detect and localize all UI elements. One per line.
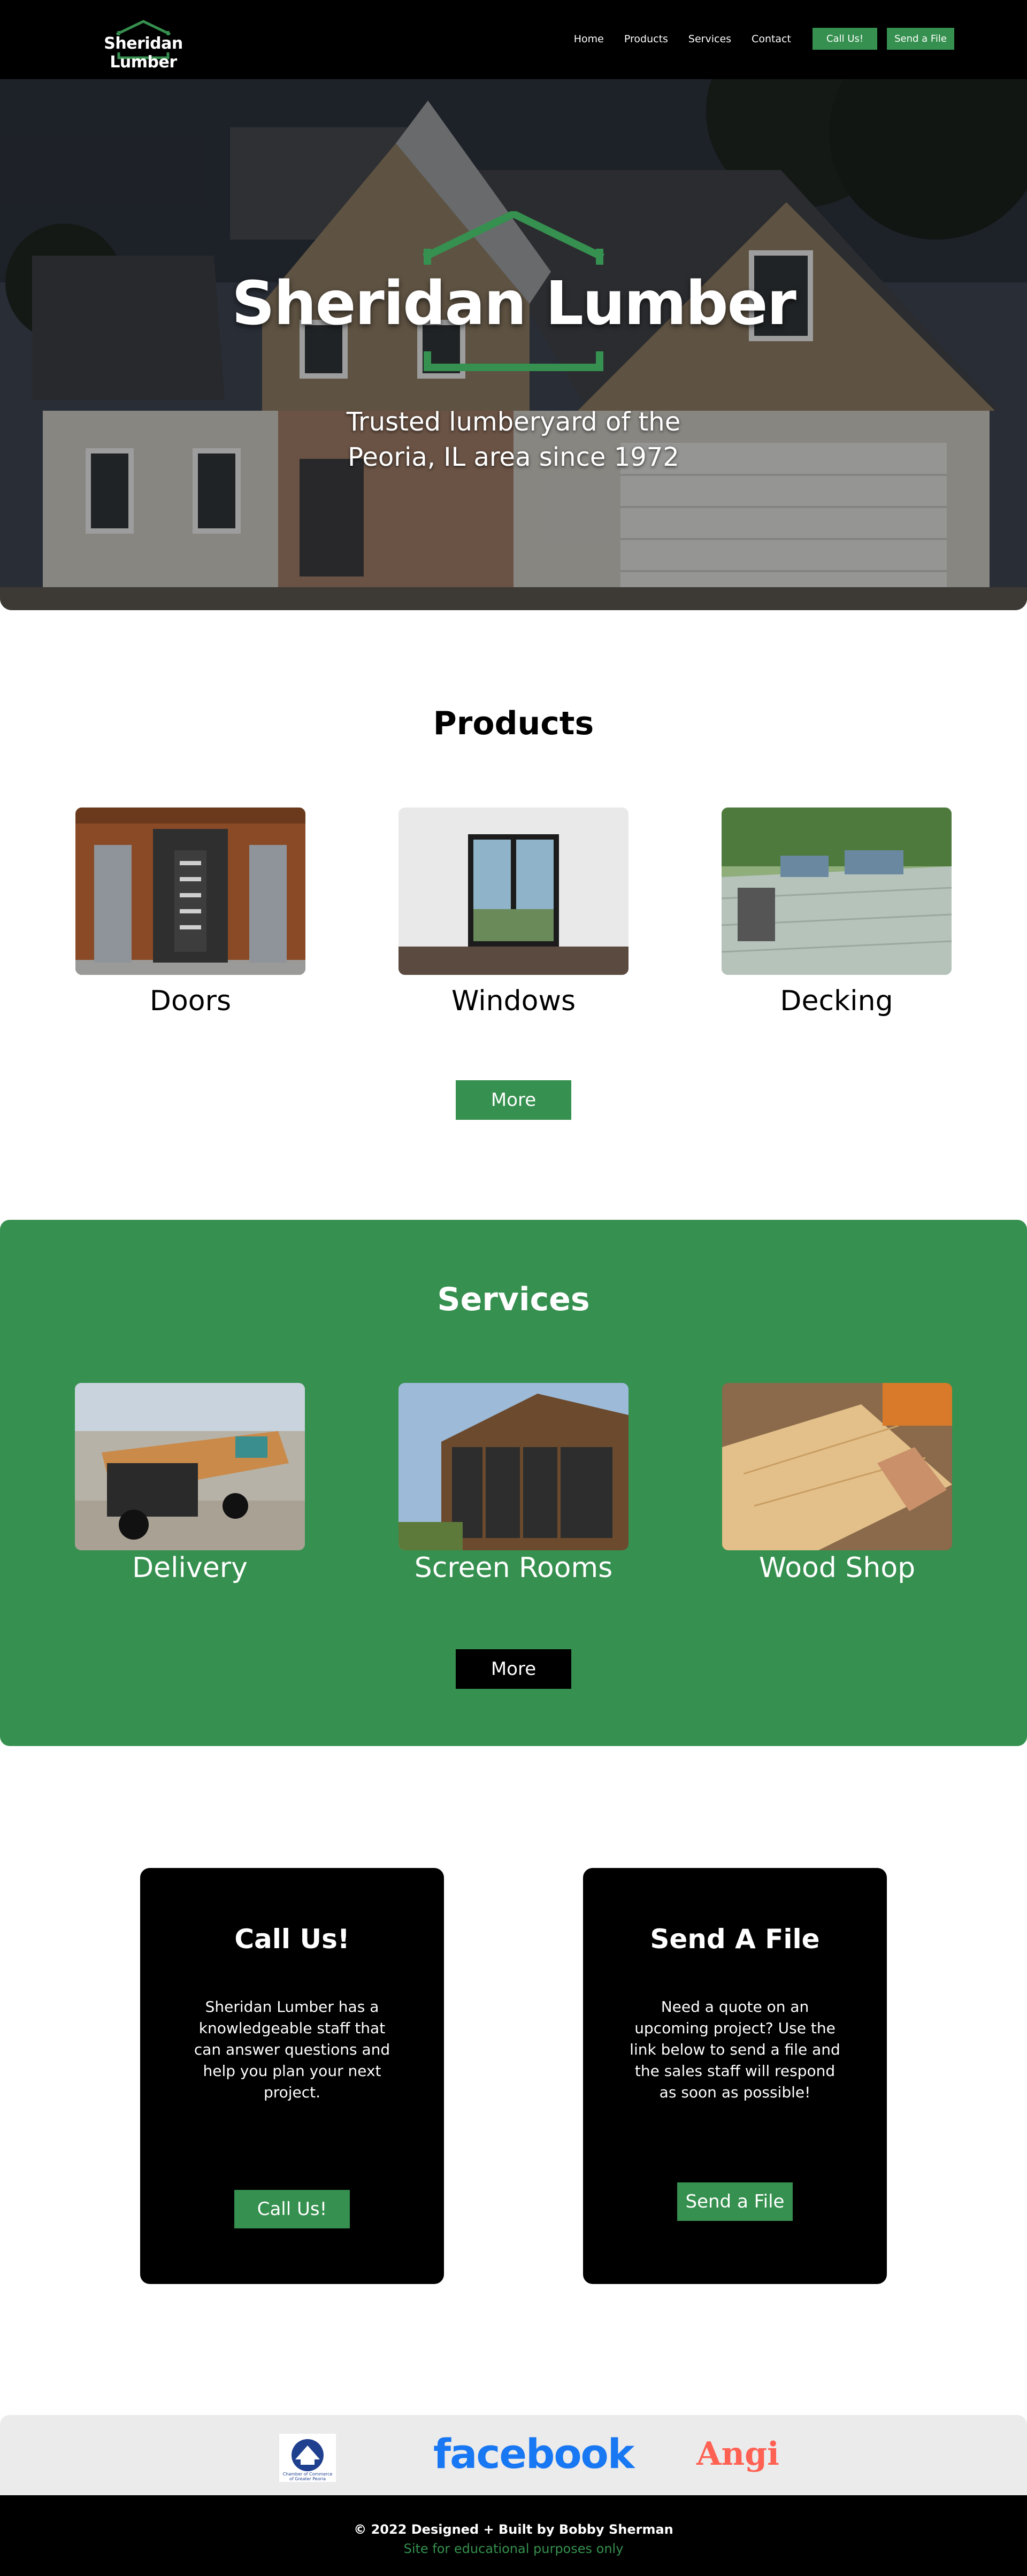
partner-logos: Chamber of Commerce of Greater Peoria fa…: [0, 2415, 1027, 2495]
nav-link-home[interactable]: Home: [574, 33, 604, 45]
nav-call-button[interactable]: Call Us!: [812, 28, 878, 50]
call-us-text: Sheridan Lumber has a knowledgeable staf…: [194, 1998, 390, 2101]
site-logo[interactable]: Sheridan Lumber: [74, 16, 213, 72]
service-label-screen-rooms[interactable]: Screen Rooms: [398, 1552, 629, 1584]
nav-link-services[interactable]: Services: [688, 33, 731, 45]
educational-note: Site for educational purposes only: [403, 2541, 624, 2556]
call-us-card: Call Us! Sheridan Lumber has a knowledge…: [140, 1868, 444, 2284]
nav-link-products[interactable]: Products: [624, 33, 668, 45]
chamber-text-1: Chamber of Commerce: [283, 2472, 333, 2477]
hero-banner: Sheridan Lumber Trusted lumberyard of th…: [0, 79, 1027, 610]
nav-send-file-button[interactable]: Send a File: [887, 28, 954, 50]
services-more-button[interactable]: More: [456, 1649, 571, 1689]
service-image-wood-shop[interactable]: [722, 1383, 952, 1550]
copyright-text: © 2022 Designed + Built by Bobby Sherman: [354, 2522, 673, 2537]
logo-text: Sheridan Lumber: [104, 34, 183, 72]
angi-logo[interactable]: Angi: [696, 2435, 779, 2473]
top-navigation: Sheridan Lumber Home Products Services C…: [0, 0, 1027, 79]
nav-link-contact[interactable]: Contact: [752, 33, 791, 45]
chamber-of-commerce-logo[interactable]: Chamber of Commerce of Greater Peoria: [279, 2434, 336, 2482]
call-us-title: Call Us!: [234, 1924, 350, 1955]
services-title: Services: [437, 1281, 590, 1318]
service-label-wood-shop[interactable]: Wood Shop: [722, 1552, 952, 1584]
facebook-logo[interactable]: facebook: [433, 2430, 634, 2478]
call-us-button[interactable]: Call Us!: [234, 2190, 350, 2228]
nav-links: Home Products Services Contact Call Us! …: [554, 28, 954, 50]
service-label-delivery[interactable]: Delivery: [75, 1552, 305, 1584]
product-image-doors[interactable]: [75, 808, 305, 975]
products-title: Products: [433, 705, 594, 742]
chamber-text-2: of Greater Peoria: [289, 2477, 326, 2481]
service-image-screen-rooms[interactable]: [398, 1383, 629, 1550]
hero-title: Sheridan Lumber: [232, 269, 796, 339]
hero-subtitle: Trusted lumberyard of the Peoria, IL are…: [346, 407, 681, 472]
product-label-doors[interactable]: Doors: [75, 985, 305, 1017]
footer: © 2022 Designed + Built by Bobby Sherman…: [0, 2495, 1027, 2576]
product-label-windows[interactable]: Windows: [398, 985, 629, 1017]
service-image-delivery[interactable]: [75, 1383, 305, 1550]
send-file-title: Send A File: [650, 1924, 820, 1955]
product-label-decking[interactable]: Decking: [722, 985, 952, 1017]
services-section: Services Delivery Screen Rooms Wood Shop…: [0, 1220, 1027, 1746]
product-image-windows[interactable]: [398, 808, 629, 975]
send-file-text: Need a quote on an upcoming project? Use…: [630, 1998, 840, 2101]
send-file-card: Send A File Need a quote on an upcoming …: [583, 1868, 887, 2284]
products-more-button[interactable]: More: [456, 1080, 571, 1120]
send-file-button[interactable]: Send a File: [677, 2182, 793, 2221]
product-image-decking[interactable]: [722, 808, 952, 975]
